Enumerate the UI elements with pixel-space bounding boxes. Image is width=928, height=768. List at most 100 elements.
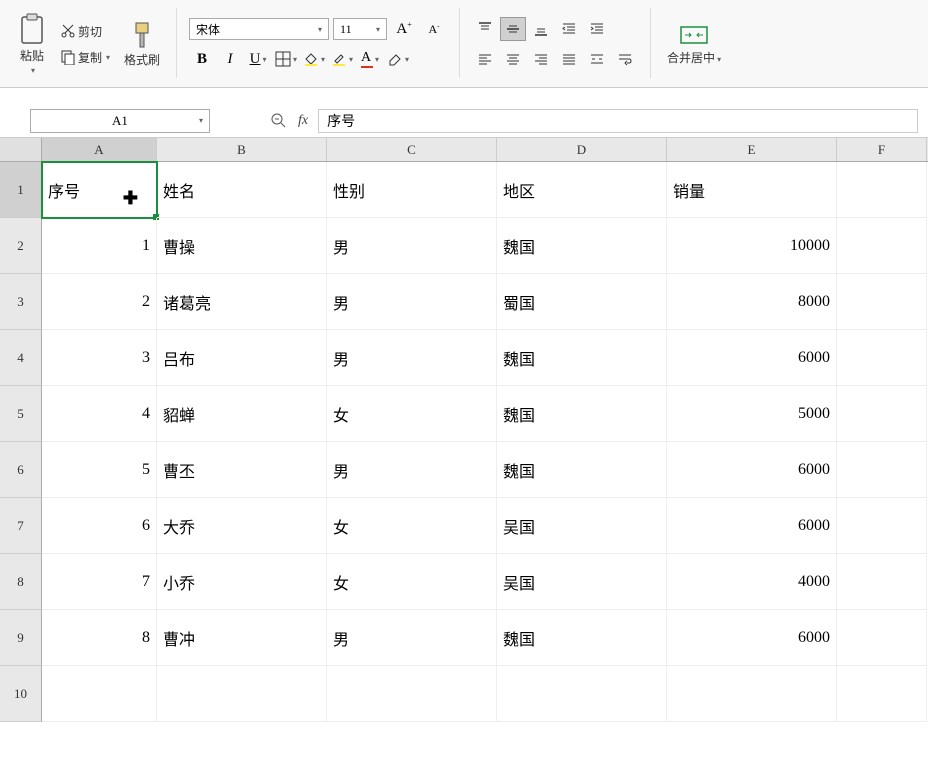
cell-A6[interactable]: 5 <box>42 442 157 498</box>
cell-D7[interactable]: 吴国 <box>497 498 667 554</box>
cell-C3[interactable]: 男 <box>327 274 497 330</box>
column-header-C[interactable]: C <box>327 138 497 161</box>
cell-C8[interactable]: 女 <box>327 554 497 610</box>
cell-A2[interactable]: 1 <box>42 218 157 274</box>
cell-C2[interactable]: 男 <box>327 218 497 274</box>
cell-B1[interactable]: 姓名 <box>157 162 327 218</box>
font-size-select[interactable]: 11 ▾ <box>333 18 387 40</box>
row-header-5[interactable]: 5 <box>0 386 42 442</box>
cell-F7[interactable] <box>837 498 927 554</box>
cell-F10[interactable] <box>837 666 927 722</box>
cell-A4[interactable]: 3 <box>42 330 157 386</box>
cell-E5[interactable]: 5000 <box>667 386 837 442</box>
cell-D4[interactable]: 魏国 <box>497 330 667 386</box>
paste-button[interactable]: 粘贴▾ <box>14 11 50 77</box>
wrap-text-button[interactable] <box>612 47 638 71</box>
cell-A8[interactable]: 7 <box>42 554 157 610</box>
column-header-B[interactable]: B <box>157 138 327 161</box>
cell-A10[interactable] <box>42 666 157 722</box>
fill-color-button[interactable]: ▾ <box>301 47 327 71</box>
cell-D10[interactable] <box>497 666 667 722</box>
bold-button[interactable]: B <box>189 47 215 71</box>
cell-C1[interactable]: 性别 <box>327 162 497 218</box>
formula-input[interactable]: 序号 <box>318 109 918 133</box>
zoom-out-icon[interactable] <box>270 112 288 130</box>
align-center-button[interactable] <box>500 47 526 71</box>
cell-E4[interactable]: 6000 <box>667 330 837 386</box>
cell-F2[interactable] <box>837 218 927 274</box>
cell-E7[interactable]: 6000 <box>667 498 837 554</box>
font-name-select[interactable]: 宋体 ▾ <box>189 18 329 40</box>
cell-F9[interactable] <box>837 610 927 666</box>
cell-B8[interactable]: 小乔 <box>157 554 327 610</box>
cell-B4[interactable]: 吕布 <box>157 330 327 386</box>
cell-D2[interactable]: 魏国 <box>497 218 667 274</box>
cell-D8[interactable]: 吴国 <box>497 554 667 610</box>
increase-font-button[interactable]: A+ <box>391 17 417 41</box>
cell-C7[interactable]: 女 <box>327 498 497 554</box>
cell-D3[interactable]: 蜀国 <box>497 274 667 330</box>
cell-C5[interactable]: 女 <box>327 386 497 442</box>
decrease-font-button[interactable]: A- <box>421 17 447 41</box>
column-header-E[interactable]: E <box>667 138 837 161</box>
row-header-9[interactable]: 9 <box>0 610 42 666</box>
font-color-button[interactable]: A▾ <box>357 47 383 71</box>
cell-E10[interactable] <box>667 666 837 722</box>
cell-A7[interactable]: 6 <box>42 498 157 554</box>
column-header-F[interactable]: F <box>837 138 927 161</box>
select-all-corner[interactable] <box>0 138 42 161</box>
italic-button[interactable]: I <box>217 47 243 71</box>
row-header-2[interactable]: 2 <box>0 218 42 274</box>
cell-F4[interactable] <box>837 330 927 386</box>
cell-B7[interactable]: 大乔 <box>157 498 327 554</box>
cell-B2[interactable]: 曹操 <box>157 218 327 274</box>
cell-D6[interactable]: 魏国 <box>497 442 667 498</box>
cell-D9[interactable]: 魏国 <box>497 610 667 666</box>
row-header-10[interactable]: 10 <box>0 666 42 722</box>
row-header-8[interactable]: 8 <box>0 554 42 610</box>
row-header-7[interactable]: 7 <box>0 498 42 554</box>
merge-center-button[interactable]: 合并居中▾ <box>663 21 725 68</box>
cell-E9[interactable]: 6000 <box>667 610 837 666</box>
cell-F8[interactable] <box>837 554 927 610</box>
cell-E6[interactable]: 6000 <box>667 442 837 498</box>
align-right-button[interactable] <box>528 47 554 71</box>
underline-button[interactable]: U▾ <box>245 47 271 71</box>
cell-B3[interactable]: 诸葛亮 <box>157 274 327 330</box>
cell-E2[interactable]: 10000 <box>667 218 837 274</box>
fx-icon[interactable]: fx <box>298 113 308 129</box>
highlight-button[interactable]: ▾ <box>329 47 355 71</box>
eraser-button[interactable]: ▾ <box>385 47 411 71</box>
cell-A1[interactable]: 序号✚ <box>42 162 157 218</box>
align-bottom-button[interactable] <box>528 17 554 41</box>
row-header-6[interactable]: 6 <box>0 442 42 498</box>
align-left-button[interactable] <box>472 47 498 71</box>
cell-F6[interactable] <box>837 442 927 498</box>
cut-button[interactable]: 剪切 <box>56 19 114 43</box>
justify-button[interactable] <box>556 47 582 71</box>
cell-A9[interactable]: 8 <box>42 610 157 666</box>
cell-A5[interactable]: 4 <box>42 386 157 442</box>
cell-D1[interactable]: 地区 <box>497 162 667 218</box>
cell-D5[interactable]: 魏国 <box>497 386 667 442</box>
borders-button[interactable]: ▾ <box>273 47 299 71</box>
cell-F1[interactable] <box>837 162 927 218</box>
cell-C10[interactable] <box>327 666 497 722</box>
cell-F5[interactable] <box>837 386 927 442</box>
name-box[interactable]: A1 ▾ <box>30 109 210 133</box>
column-header-D[interactable]: D <box>497 138 667 161</box>
cell-E1[interactable]: 销量 <box>667 162 837 218</box>
column-header-A[interactable]: A <box>42 138 157 161</box>
row-header-4[interactable]: 4 <box>0 330 42 386</box>
cell-B5[interactable]: 貂蝉 <box>157 386 327 442</box>
row-header-1[interactable]: 1 <box>0 162 42 218</box>
cell-F3[interactable] <box>837 274 927 330</box>
row-header-3[interactable]: 3 <box>0 274 42 330</box>
copy-button[interactable]: 复制▾ <box>56 45 114 69</box>
cell-C9[interactable]: 男 <box>327 610 497 666</box>
align-top-button[interactable] <box>472 17 498 41</box>
cell-C6[interactable]: 男 <box>327 442 497 498</box>
cell-B10[interactable] <box>157 666 327 722</box>
distribute-button[interactable] <box>584 47 610 71</box>
cell-E8[interactable]: 4000 <box>667 554 837 610</box>
